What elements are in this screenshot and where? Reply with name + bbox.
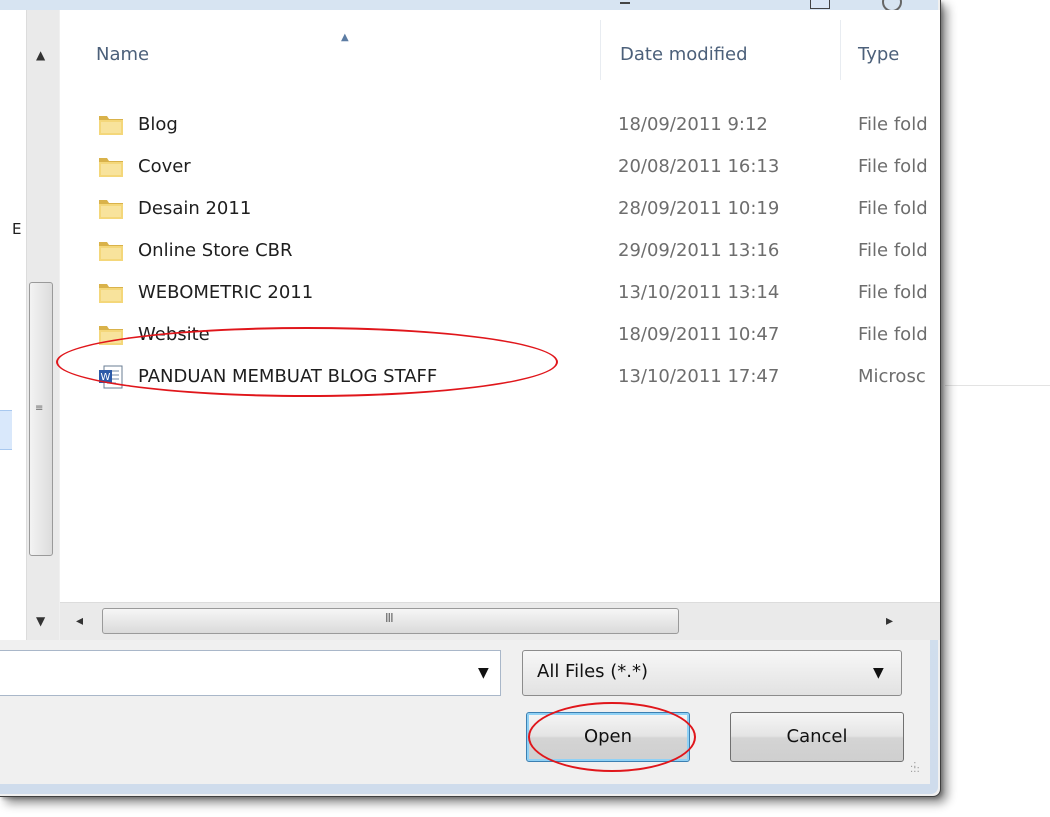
file-date-modified: 13/10/2011 13:14 — [618, 282, 780, 303]
chevron-down-icon: ▼ — [873, 665, 884, 681]
nav-item-label[interactable]: E — [12, 220, 21, 238]
file-date-modified: 18/09/2011 9:12 — [618, 114, 768, 135]
file-type: File fold — [858, 114, 928, 135]
file-name: Blog — [138, 114, 178, 135]
preview-pane-icon[interactable] — [810, 0, 830, 9]
chevron-down-icon[interactable]: ▼ — [478, 665, 489, 681]
file-type: File fold — [858, 324, 928, 345]
column-divider[interactable] — [840, 20, 841, 80]
annotation-circle-open-button — [528, 702, 696, 772]
column-header-name[interactable]: Name — [96, 44, 149, 65]
dialog-client-area: E ▲ ≡ ▼ ▲ Name Date modified Type Blog 1… — [0, 10, 940, 784]
cancel-button[interactable]: Cancel — [730, 712, 904, 762]
scroll-down-arrow-icon[interactable]: ▼ — [36, 614, 45, 628]
file-name: Cover — [138, 156, 191, 177]
nav-scroll-thumb[interactable]: ≡ — [29, 282, 53, 556]
folder-icon — [98, 280, 124, 304]
file-type: Microsc — [858, 366, 926, 387]
navigation-pane: E ▲ ≡ ▼ — [0, 10, 59, 640]
file-type: File fold — [858, 198, 928, 219]
sort-ascending-icon: ▲ — [341, 32, 349, 43]
scroll-right-arrow-icon[interactable]: ▸ — [886, 613, 893, 629]
folder-icon — [98, 238, 124, 262]
file-date-modified: 20/08/2011 16:13 — [618, 156, 780, 177]
scroll-left-arrow-icon[interactable]: ◂ — [76, 613, 83, 629]
column-header-date-modified[interactable]: Date modified — [620, 44, 748, 65]
file-date-modified: 18/09/2011 10:47 — [618, 324, 780, 345]
folder-icon — [98, 112, 124, 136]
column-header-type[interactable]: Type — [858, 44, 899, 65]
scroll-up-arrow-icon[interactable]: ▲ — [36, 48, 45, 62]
horizontal-scrollbar[interactable]: ◂ III ▸ — [60, 602, 940, 640]
file-date-modified: 28/09/2011 10:19 — [618, 198, 780, 219]
scroll-grip-icon: ≡ — [35, 403, 44, 414]
file-name-input[interactable]: ▼ — [0, 650, 501, 696]
file-type-select[interactable]: All Files (*.*) ▼ — [522, 650, 902, 696]
table-row[interactable]: Cover 20/08/2011 16:13 File fold — [60, 148, 940, 186]
file-type: File fold — [858, 156, 928, 177]
nav-vertical-scrollbar[interactable]: ▲ ≡ ▼ — [26, 10, 59, 640]
open-file-dialog: E ▲ ≡ ▼ ▲ Name Date modified Type Blog 1… — [0, 0, 941, 797]
column-header-row: ▲ Name Date modified Type — [60, 10, 940, 80]
table-row[interactable]: Blog 18/09/2011 9:12 File fold — [60, 106, 940, 144]
annotation-circle-file — [56, 327, 558, 397]
horizontal-scroll-thumb[interactable]: III — [102, 608, 679, 634]
resize-grip-icon[interactable]: .:.:: — [910, 760, 920, 775]
view-options-icon[interactable] — [620, 2, 630, 4]
file-name: WEBOMETRIC 2011 — [138, 282, 314, 303]
folder-icon — [98, 196, 124, 220]
file-name: Online Store CBR — [138, 240, 293, 261]
nav-selected-item[interactable] — [0, 410, 12, 450]
file-type: File fold — [858, 282, 928, 303]
scroll-grip-icon: III — [385, 611, 394, 625]
file-type-selected-value: All Files (*.*) — [537, 661, 649, 682]
folder-icon — [98, 154, 124, 178]
file-date-modified: 13/10/2011 17:47 — [618, 366, 780, 387]
file-list: ▲ Name Date modified Type Blog 18/09/2011… — [60, 10, 940, 640]
file-date-modified: 29/09/2011 13:16 — [618, 240, 780, 261]
file-name: Desain 2011 — [138, 198, 252, 219]
table-row[interactable]: Desain 2011 28/09/2011 10:19 File fold — [60, 190, 940, 228]
column-divider[interactable] — [600, 20, 601, 80]
table-row[interactable]: WEBOMETRIC 2011 13/10/2011 13:14 File fold — [60, 274, 940, 312]
file-type: File fold — [858, 240, 928, 261]
table-row[interactable]: Online Store CBR 29/09/2011 13:16 File fol… — [60, 232, 940, 270]
background-divider — [945, 385, 1050, 386]
dialog-frame: E ▲ ≡ ▼ ▲ Name Date modified Type Blog 1… — [0, 0, 940, 794]
